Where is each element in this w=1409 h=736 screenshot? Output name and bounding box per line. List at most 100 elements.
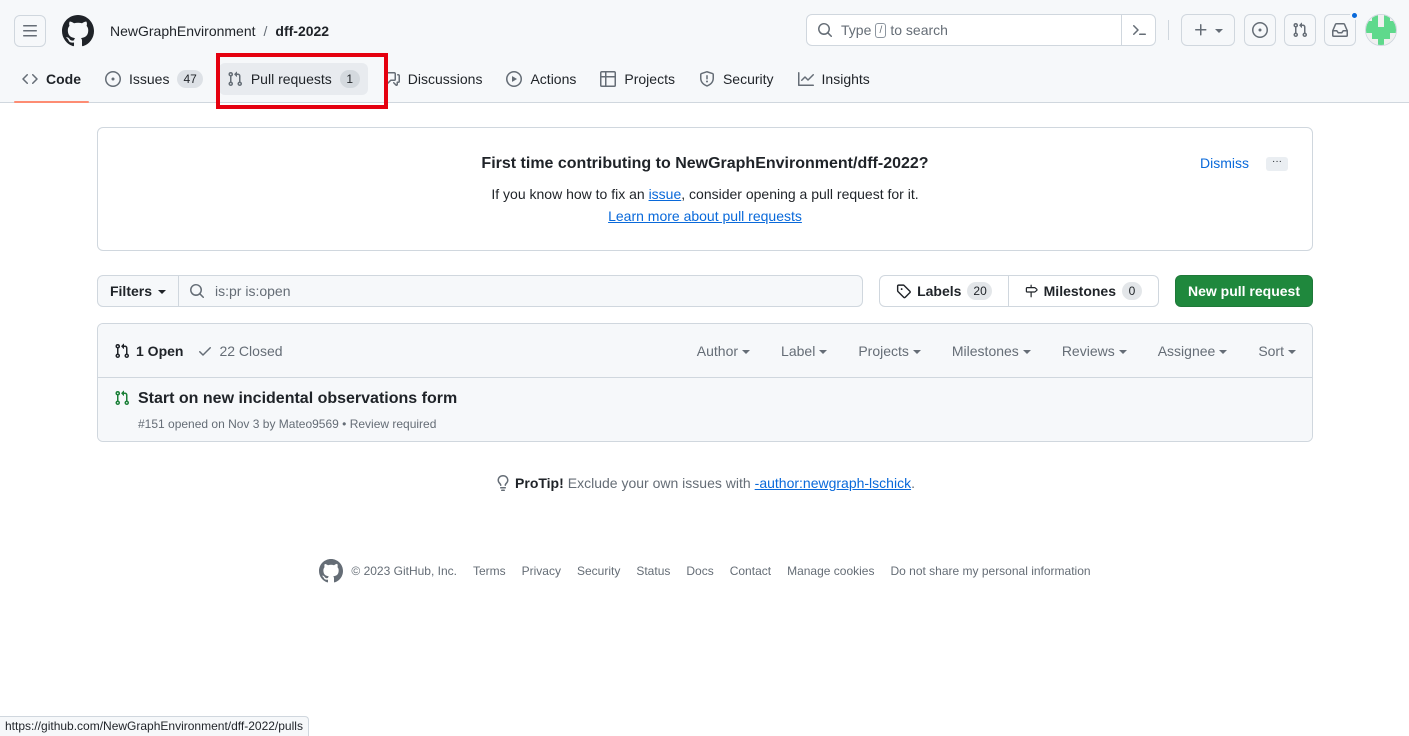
- learn-more-link[interactable]: Learn more about pull requests: [608, 208, 802, 224]
- light-bulb-icon: [497, 475, 509, 491]
- issue-link[interactable]: issue: [649, 186, 682, 202]
- avatar[interactable]: [1365, 14, 1397, 46]
- terminal-icon: [1132, 25, 1146, 35]
- label-menu[interactable]: Label: [781, 343, 828, 359]
- footer-link-privacy[interactable]: Privacy: [522, 564, 561, 578]
- owner-link[interactable]: NewGraphEnvironment: [110, 23, 256, 39]
- labels-label: Labels: [917, 283, 962, 299]
- your-issues-button[interactable]: [1244, 14, 1276, 46]
- search-placeholder-pre: Type: [841, 22, 872, 38]
- footer-link-manage-cookies[interactable]: Manage cookies: [787, 564, 874, 578]
- github-logo-icon[interactable]: [62, 15, 94, 47]
- tab-actions[interactable]: Actions: [498, 55, 584, 103]
- sort-menu[interactable]: Sort: [1258, 343, 1296, 359]
- projects-menu[interactable]: Projects: [858, 343, 921, 359]
- banner-text-pre: If you know how to fix an: [491, 186, 649, 202]
- tab-pull-requests-label: Pull requests: [250, 71, 332, 87]
- plus-icon: [1195, 24, 1207, 36]
- closed-count-label: 22 Closed: [219, 343, 283, 359]
- pull-requests-counter: 1: [339, 70, 360, 88]
- menu-button[interactable]: [14, 15, 46, 47]
- inbox-icon: [1332, 23, 1348, 37]
- tab-insights[interactable]: Insights: [790, 55, 878, 103]
- your-pull-requests-button[interactable]: [1284, 14, 1316, 46]
- filter-query: is:pr is:open: [215, 283, 291, 299]
- main-content: First time contributing to NewGraphEnvir…: [97, 127, 1313, 583]
- tab-discussions-label: Discussions: [407, 71, 483, 87]
- state-toggles: 1 Open 22 Closed: [114, 324, 283, 378]
- tab-security-label: Security: [722, 71, 774, 87]
- footer-link-status[interactable]: Status: [636, 564, 670, 578]
- tab-code-label: Code: [46, 71, 81, 87]
- tab-issues[interactable]: Issues 47: [97, 55, 211, 103]
- footer-link-do-not-share[interactable]: Do not share my personal information: [890, 564, 1090, 578]
- milestones-menu[interactable]: Milestones: [952, 343, 1031, 359]
- sort-menus: Author Label Projects Milestones Reviews…: [666, 324, 1296, 378]
- shield-icon: [699, 71, 714, 87]
- repo-link[interactable]: dff-2022: [275, 23, 329, 39]
- graph-icon: [797, 72, 814, 86]
- banner-learn-more: Learn more about pull requests: [98, 208, 1312, 224]
- assignee-menu-label: Assignee: [1157, 343, 1216, 359]
- labels-milestones-group: Labels 20 Milestones 0: [879, 275, 1159, 307]
- command-palette-button[interactable]: [1121, 15, 1155, 45]
- tab-issues-label: Issues: [129, 71, 170, 87]
- first-contribution-banner: First time contributing to NewGraphEnvir…: [97, 127, 1313, 251]
- labels-button[interactable]: Labels 20: [879, 275, 1009, 307]
- chevron-down-icon: [1219, 350, 1228, 354]
- check-icon: [199, 347, 212, 356]
- footer-link-terms[interactable]: Terms: [473, 564, 506, 578]
- filters-label: Filters: [109, 283, 152, 299]
- footer-link-contact[interactable]: Contact: [730, 564, 771, 578]
- more-options-button[interactable]: ···: [1266, 157, 1288, 171]
- milestones-label: Milestones: [1043, 283, 1116, 299]
- labels-counter: 20: [967, 282, 992, 300]
- tab-code[interactable]: Code: [14, 55, 89, 103]
- search-icon: [190, 284, 205, 299]
- list-header: 1 Open 22 Closed Author Label Projects M…: [98, 324, 1312, 378]
- chevron-down-icon: [819, 350, 828, 354]
- new-pull-request-button[interactable]: New pull request: [1175, 275, 1313, 307]
- milestones-button[interactable]: Milestones 0: [1009, 275, 1159, 307]
- tab-discussions[interactable]: Discussions: [376, 55, 491, 103]
- tab-projects-label: Projects: [624, 71, 675, 87]
- git-pull-request-icon: [115, 390, 130, 406]
- protip-query-link[interactable]: -author:newgraph-lschick: [755, 475, 911, 491]
- search-input[interactable]: Type / to search: [806, 14, 1156, 46]
- git-pull-request-icon: [1293, 22, 1308, 38]
- git-pull-request-icon: [115, 343, 130, 359]
- chevron-down-icon: [1288, 350, 1296, 354]
- reviews-menu-label: Reviews: [1061, 343, 1115, 359]
- github-logo-icon[interactable]: [319, 559, 344, 583]
- chevron-down-icon: [742, 350, 751, 354]
- milestones-counter: 0: [1122, 282, 1142, 300]
- tab-actions-label: Actions: [530, 71, 577, 87]
- comment-discussion-icon: [383, 72, 400, 86]
- open-filter-link[interactable]: 1 Open: [114, 343, 183, 359]
- hamburger-icon: [23, 25, 37, 37]
- author-menu[interactable]: Author: [696, 343, 751, 359]
- pull-request-meta: #151 opened on Nov 3 by Mateo9569 • Revi…: [138, 417, 437, 431]
- create-new-button[interactable]: [1181, 14, 1235, 46]
- reviews-menu[interactable]: Reviews: [1062, 343, 1127, 359]
- protip-label: ProTip!: [515, 475, 564, 491]
- sort-menu-label: Sort: [1258, 343, 1284, 359]
- tab-security[interactable]: Security: [691, 55, 782, 103]
- issues-counter: 47: [177, 70, 203, 88]
- milestones-menu-label: Milestones: [951, 343, 1019, 359]
- tab-projects[interactable]: Projects: [592, 55, 683, 103]
- footer-link-docs[interactable]: Docs: [686, 564, 713, 578]
- pull-request-title-link[interactable]: Start on new incidental observations for…: [138, 390, 457, 408]
- closed-filter-link[interactable]: 22 Closed: [197, 343, 283, 359]
- pull-request-list: 1 Open 22 Closed Author Label Projects M…: [97, 323, 1313, 442]
- author-menu-label: Author: [696, 343, 739, 359]
- filter-search-input[interactable]: is:pr is:open: [179, 275, 863, 307]
- issue-opened-icon: [1252, 22, 1268, 38]
- table-icon: [600, 71, 617, 87]
- filters-button[interactable]: Filters: [97, 275, 179, 307]
- assignee-menu[interactable]: Assignee: [1158, 343, 1228, 359]
- notifications-button[interactable]: [1324, 11, 1359, 46]
- dismiss-button[interactable]: Dismiss: [1200, 155, 1249, 171]
- tab-pull-requests[interactable]: Pull requests 1: [218, 55, 368, 103]
- footer-link-security[interactable]: Security: [577, 564, 620, 578]
